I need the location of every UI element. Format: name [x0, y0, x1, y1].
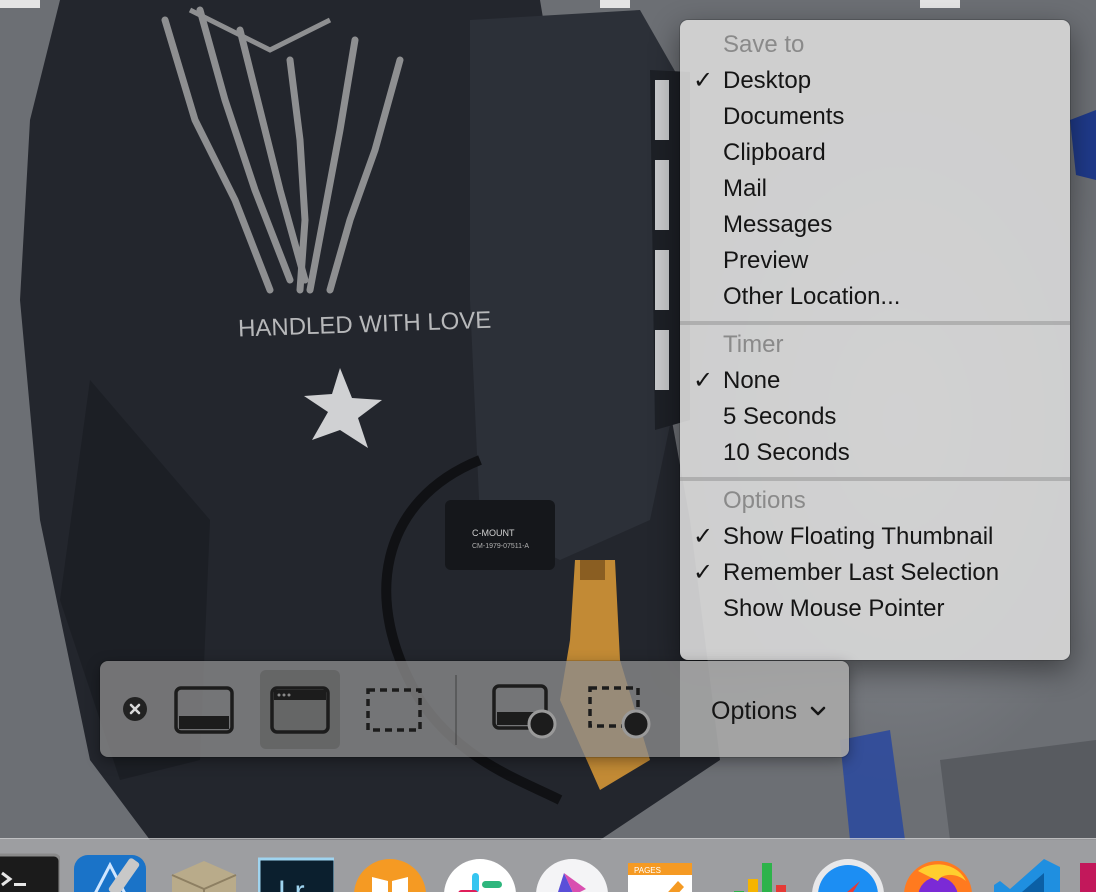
capture-selected-window-button[interactable] [260, 670, 340, 749]
archive-utility-icon [171, 861, 237, 892]
menu-item-label: Show Floating Thumbnail [723, 523, 994, 550]
menu-item-label: Mail [723, 175, 768, 202]
dock-app-slack[interactable] [442, 851, 518, 892]
visual-studio-code-icon [994, 859, 1060, 892]
checkmark-icon: ✓ [692, 367, 714, 394]
record-entire-screen-button[interactable] [484, 670, 564, 749]
menu-item-label: Preview [723, 247, 809, 274]
capture-selected-portion-button[interactable] [354, 670, 434, 749]
dock-app-safari[interactable] [810, 851, 886, 892]
dock: Lr PAGES [0, 838, 1096, 892]
options-menu: Save to ✓ Desktop Documents Clipboard Ma… [680, 20, 1070, 660]
menu-item-label: Documents [723, 103, 845, 130]
menu-item-label: Desktop [723, 67, 812, 94]
menu-item-timer-none[interactable]: ✓ None [680, 363, 1070, 399]
dock-app-numbers[interactable] [724, 851, 800, 892]
menu-item-label: None [723, 367, 781, 394]
dock-app-lightroom[interactable]: Lr [258, 851, 334, 892]
menu-item-remember-last-selection[interactable]: ✓ Remember Last Selection [680, 555, 1070, 591]
capture-entire-screen-button[interactable] [164, 670, 244, 749]
numbers-icon [734, 863, 786, 892]
menu-item-other-location[interactable]: Other Location... [680, 279, 1070, 315]
books-icon [354, 859, 426, 892]
record-entire-screen-icon [492, 684, 557, 739]
toolbar-separator [455, 675, 457, 745]
menu-section-header: Timer [723, 331, 784, 358]
menu-item-documents[interactable]: Documents [680, 99, 1070, 135]
options-label: Options [711, 697, 798, 725]
menu-item-label: Clipboard [723, 139, 826, 166]
slack-icon [444, 859, 516, 892]
timer-section: Timer ✓ None 5 Seconds 10 Seconds [680, 327, 1070, 471]
options-section: Options ✓ Show Floating Thumbnail ✓ Reme… [680, 483, 1070, 627]
menu-section-header: Options [723, 487, 806, 514]
menu-item-show-floating-thumbnail[interactable]: ✓ Show Floating Thumbnail [680, 519, 1070, 555]
menu-item-label: 5 Seconds [723, 403, 837, 430]
svg-text:Lr: Lr [278, 875, 305, 892]
dock-app-firefox[interactable] [900, 851, 976, 892]
lightroom-icon: Lr [258, 857, 334, 892]
menu-item-show-mouse-pointer[interactable]: Show Mouse Pointer [680, 591, 1070, 627]
menu-item-timer-5-seconds[interactable]: 5 Seconds [680, 399, 1070, 435]
menu-item-desktop[interactable]: ✓ Desktop [680, 63, 1070, 99]
menu-item-label: Show Mouse Pointer [723, 595, 945, 622]
chevron-down-icon [810, 706, 826, 716]
menu-section-header: Save to [723, 31, 805, 58]
dock-app-pages[interactable]: PAGES [624, 851, 700, 892]
menu-divider [680, 321, 1070, 325]
firefox-icon [904, 861, 972, 892]
dock-app-vscode[interactable] [990, 851, 1066, 892]
dock-app-affinity[interactable] [534, 851, 610, 892]
options-dropdown-button[interactable]: Options [680, 661, 849, 757]
save-to-section: Save to ✓ Desktop Documents Clipboard Ma… [680, 20, 1070, 315]
capture-selected-portion-icon [366, 688, 422, 732]
terminal-icon [0, 853, 60, 892]
dock-app-xcode[interactable] [72, 851, 148, 892]
menu-item-label: Other Location... [723, 283, 901, 310]
close-button[interactable] [123, 697, 147, 721]
dock-app-archive-utility[interactable] [166, 851, 242, 892]
menu-item-messages[interactable]: Messages [680, 207, 1070, 243]
checkmark-icon: ✓ [692, 523, 714, 550]
xcode-icon [74, 855, 146, 892]
menu-item-clipboard[interactable]: Clipboard [680, 135, 1070, 171]
checkmark-icon: ✓ [692, 67, 714, 94]
menu-divider [680, 477, 1070, 481]
menu-item-label: Messages [723, 211, 833, 238]
menu-item-preview[interactable]: Preview [680, 243, 1070, 279]
record-selected-portion-button[interactable] [578, 670, 658, 749]
pages-icon: PAGES [628, 863, 692, 892]
safari-icon [812, 859, 884, 892]
capture-selected-window-icon [270, 686, 330, 734]
screenshot-toolbar: Options [100, 661, 849, 757]
menu-item-label: Remember Last Selection [723, 559, 1000, 586]
wallpaper-text: C-MOUNT [472, 528, 515, 538]
menu-item-label: 10 Seconds [723, 439, 850, 466]
capture-entire-screen-icon [174, 686, 234, 734]
checkmark-icon: ✓ [692, 559, 714, 586]
affinity-designer-icon [536, 859, 608, 892]
wallpaper-text: CM-1979-07511-A [472, 543, 529, 550]
close-icon [129, 703, 141, 715]
menu-item-mail[interactable]: Mail [680, 171, 1070, 207]
app-icon [1080, 863, 1096, 892]
record-selected-portion-icon [588, 686, 651, 739]
dock-app-books[interactable] [352, 851, 428, 892]
svg-text:PAGES: PAGES [634, 866, 661, 875]
menu-item-timer-10-seconds[interactable]: 10 Seconds [680, 435, 1070, 471]
dock-app-partial[interactable] [1080, 851, 1096, 892]
dock-app-terminal[interactable] [0, 851, 60, 892]
